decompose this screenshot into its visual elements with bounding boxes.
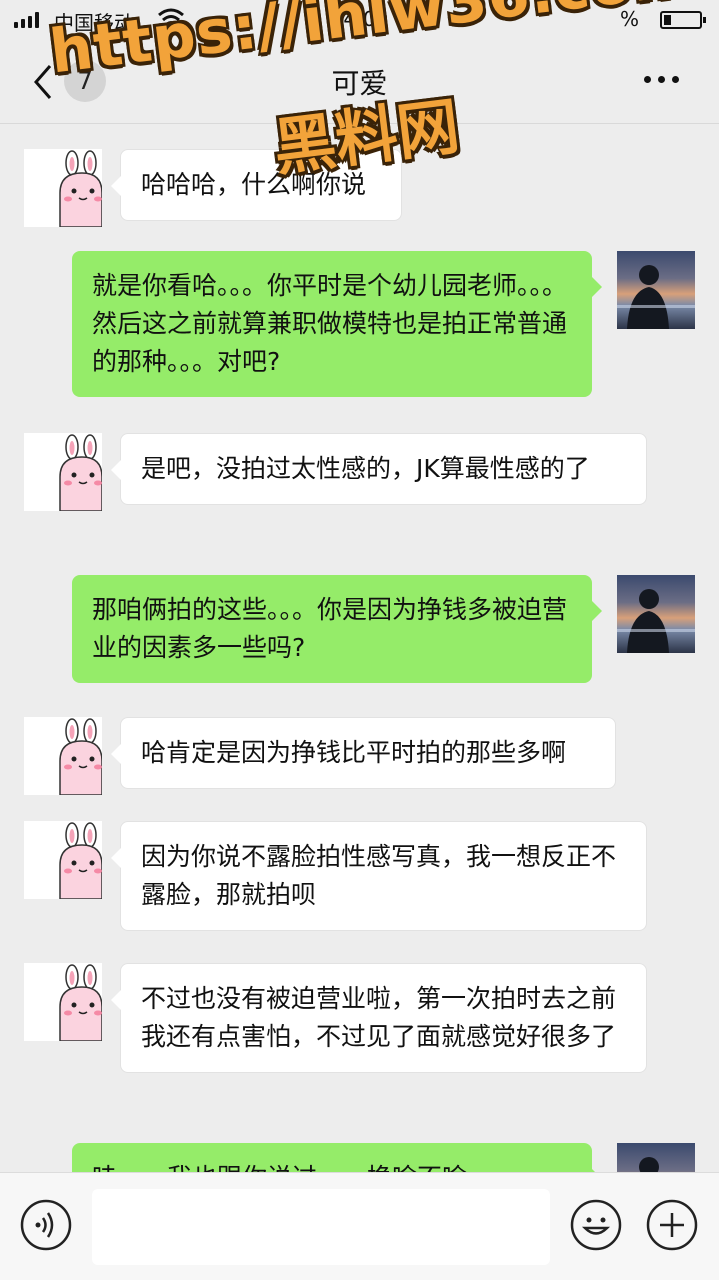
bunny-icon bbox=[59, 150, 103, 228]
more-button[interactable] bbox=[644, 76, 679, 83]
sent-message-bubble[interactable]: 就是你看哈。。。你平时是个幼儿园老师。。。然后这之前就算兼职做模特也是拍正常普通… bbox=[72, 251, 602, 397]
received-message-bubble[interactable]: 哈哈哈，什么啊你说 bbox=[111, 149, 402, 221]
person-silhouette-icon bbox=[617, 589, 695, 653]
bunny-avatar[interactable] bbox=[24, 821, 103, 900]
received-message-bubble[interactable]: 是吧，没拍过太性感的，JK算最性感的了 bbox=[111, 433, 647, 505]
bunny-icon bbox=[59, 822, 103, 900]
battery-percent: % bbox=[620, 7, 640, 31]
emoji-icon[interactable] bbox=[570, 1199, 622, 1251]
received-message-bubble[interactable]: 不过也没有被迫营业啦，第一次拍时去之前我还有点害怕，不过见了面就感觉好很多了 bbox=[111, 963, 647, 1073]
status-bar: 中国移动 14:00 % bbox=[0, 0, 719, 40]
message-list[interactable]: 哈哈哈，什么啊你说就是你看哈。。。你平时是个幼儿园老师。。。然后这之前就算兼职做… bbox=[0, 125, 719, 1172]
person-silhouette-icon bbox=[617, 265, 695, 329]
input-bar bbox=[0, 1172, 719, 1280]
sent-message-bubble[interactable]: 哇。。。我也跟你说过。。。换啥不啥 bbox=[72, 1143, 602, 1172]
clock: 14:00 bbox=[330, 7, 389, 31]
bunny-avatar[interactable] bbox=[24, 149, 103, 228]
bunny-icon bbox=[59, 964, 103, 1042]
message-input[interactable] bbox=[92, 1189, 550, 1265]
photo-avatar[interactable] bbox=[617, 251, 695, 329]
battery-icon bbox=[660, 11, 706, 29]
bunny-avatar[interactable] bbox=[24, 717, 103, 796]
received-message-bubble[interactable]: 哈肯定是因为挣钱比平时拍的那些多啊 bbox=[111, 717, 616, 789]
plus-icon[interactable] bbox=[646, 1199, 698, 1251]
sent-message-bubble[interactable]: 那咱俩拍的这些。。。你是因为挣钱多被迫营业的因素多一些吗? bbox=[72, 575, 602, 683]
voice-icon[interactable] bbox=[20, 1199, 72, 1251]
photo-avatar[interactable] bbox=[617, 1143, 695, 1172]
photo-avatar[interactable] bbox=[617, 575, 695, 653]
person-silhouette-icon bbox=[639, 1157, 659, 1172]
bunny-icon bbox=[59, 718, 103, 796]
more-dots-icon bbox=[644, 76, 651, 83]
bunny-avatar[interactable] bbox=[24, 433, 103, 512]
bunny-avatar[interactable] bbox=[24, 963, 103, 1042]
bunny-icon bbox=[59, 434, 103, 512]
chat-header: 7 可爱 bbox=[0, 40, 719, 124]
chat-title: 可爱 bbox=[331, 67, 388, 100]
received-message-bubble[interactable]: 因为你说不露脸拍性感写真，我一想反正不露脸，那就拍呗 bbox=[111, 821, 647, 931]
